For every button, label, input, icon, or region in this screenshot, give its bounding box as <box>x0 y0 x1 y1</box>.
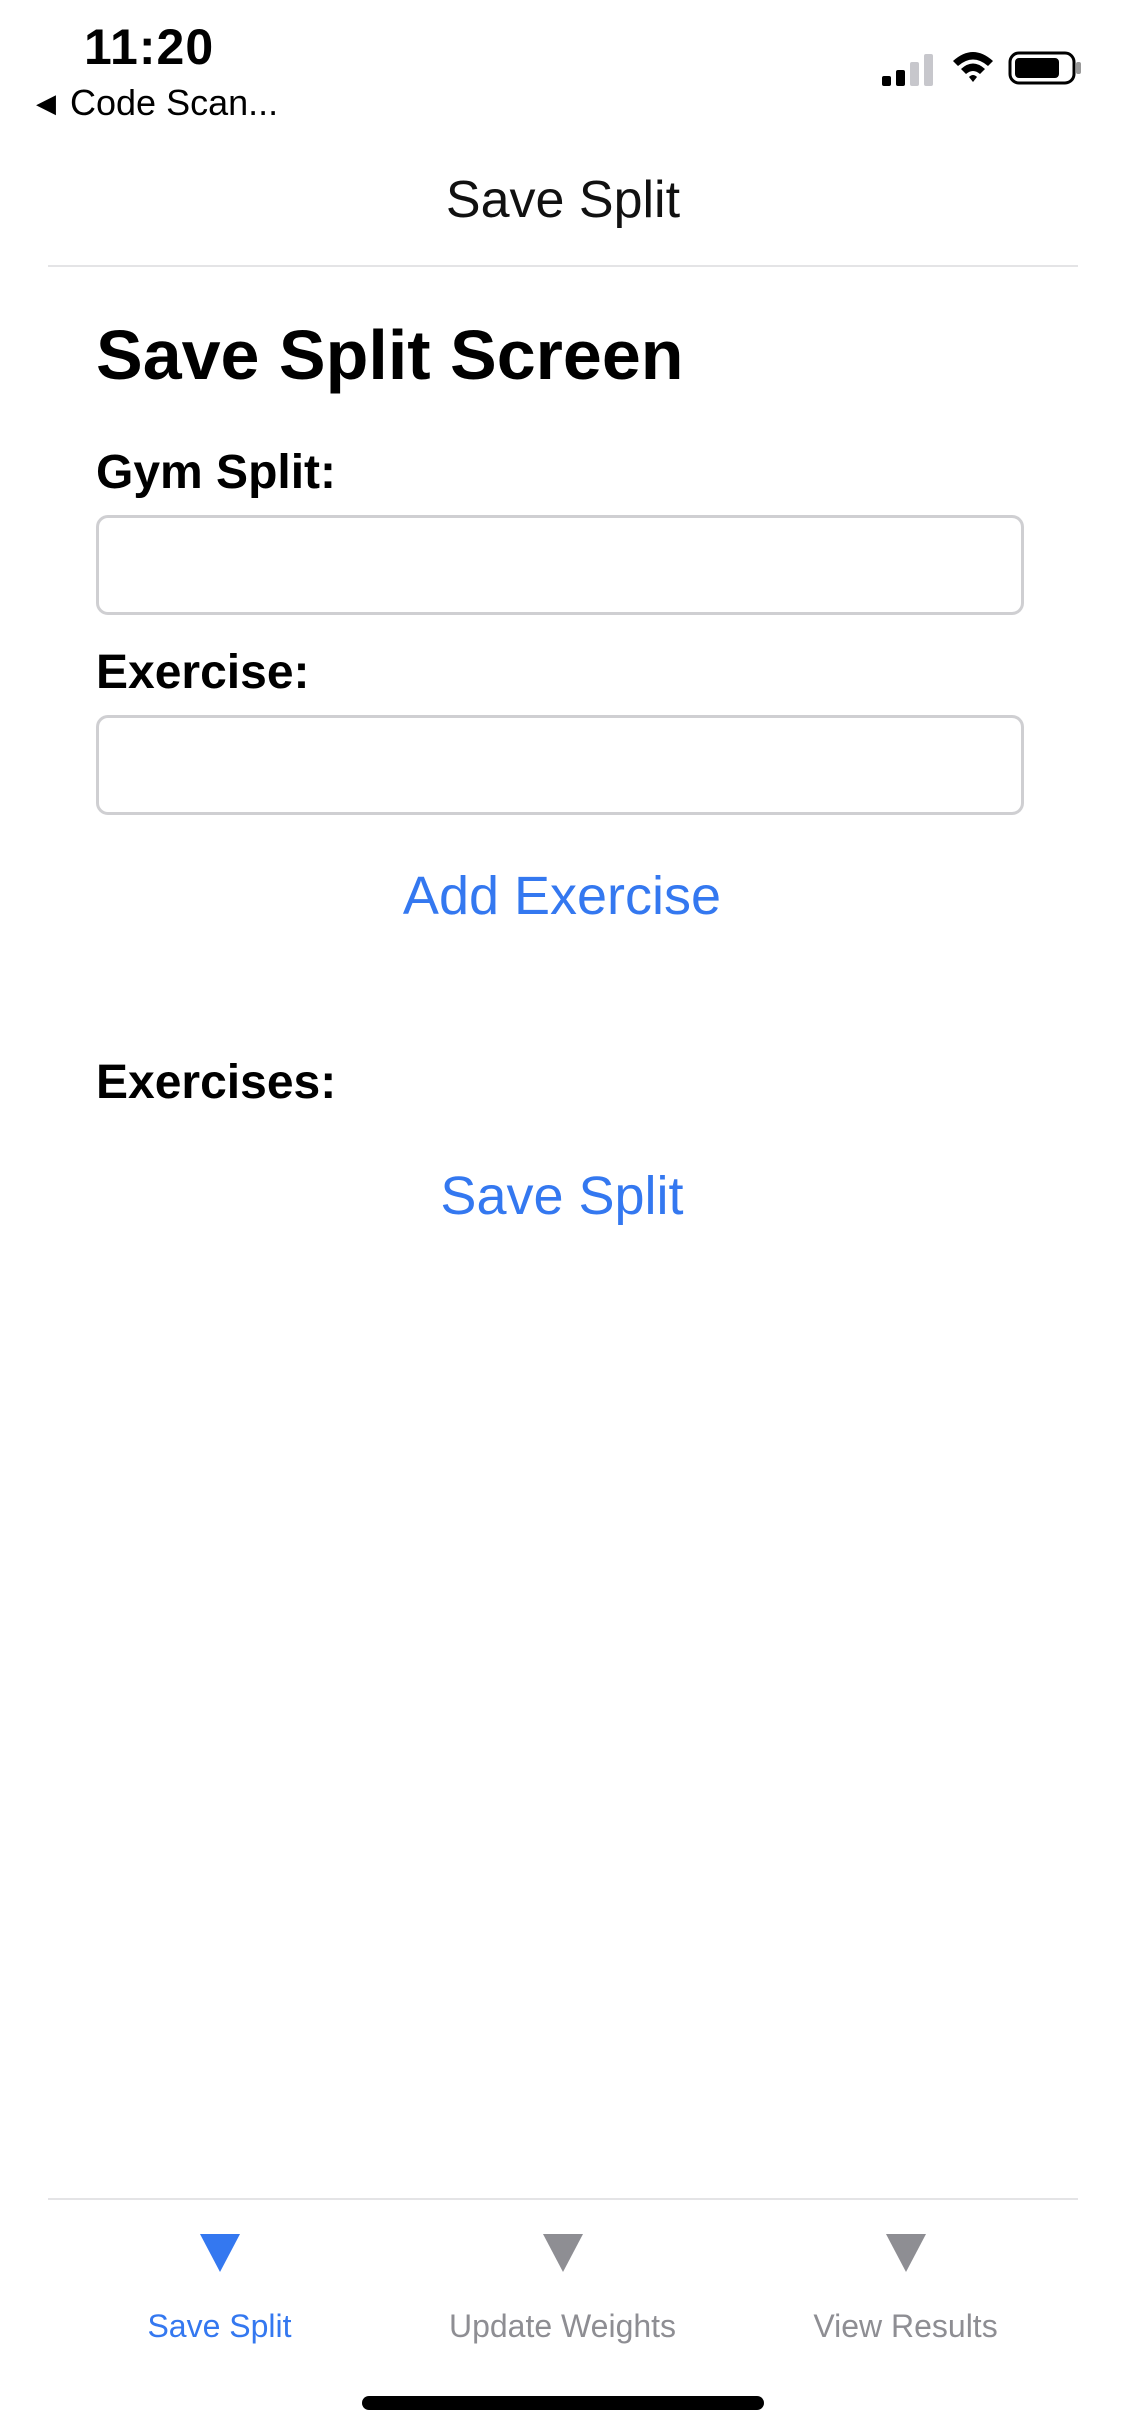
triangle-left-icon: ◀ <box>36 87 56 118</box>
battery-icon <box>1008 51 1081 85</box>
status-bar: 11:20 ◀ Code Scan... <box>0 0 1125 130</box>
signal-icon <box>882 54 933 86</box>
exercise-input[interactable] <box>96 715 1024 815</box>
save-split-button[interactable]: Save Split <box>96 1165 1028 1227</box>
tab-label: Update Weights <box>448 2308 677 2344</box>
tab-bar: Save Split Update Weights View Results <box>48 2198 1078 2350</box>
home-indicator <box>362 2396 764 2410</box>
nav-title: Save Split <box>445 171 681 229</box>
back-app-label: Code Scan... <box>70 82 279 123</box>
tab-save-split[interactable]: Save Split <box>48 2200 391 2350</box>
tab-view-results[interactable]: View Results <box>734 2200 1077 2350</box>
tab-update-weights[interactable]: Update Weights <box>391 2200 734 2350</box>
exercises-list-label: Exercises: <box>96 1056 337 1109</box>
back-to-app-link[interactable]: ◀ Code Scan... <box>36 82 278 124</box>
page-title: Save Split Screen <box>96 316 684 394</box>
triangle-down-icon <box>199 2234 240 2272</box>
wifi-icon <box>953 52 993 82</box>
navigation-bar: Save Split <box>48 130 1078 267</box>
triangle-down-icon <box>542 2234 583 2272</box>
triangle-down-icon <box>885 2234 926 2272</box>
tab-label: View Results <box>813 2308 998 2344</box>
tab-label: Save Split <box>147 2308 292 2344</box>
gym-split-input[interactable] <box>96 515 1024 615</box>
status-time: 11:20 <box>84 19 215 75</box>
exercise-label: Exercise: <box>96 646 310 699</box>
add-exercise-button[interactable]: Add Exercise <box>96 865 1028 927</box>
gym-split-label: Gym Split: <box>96 446 337 499</box>
